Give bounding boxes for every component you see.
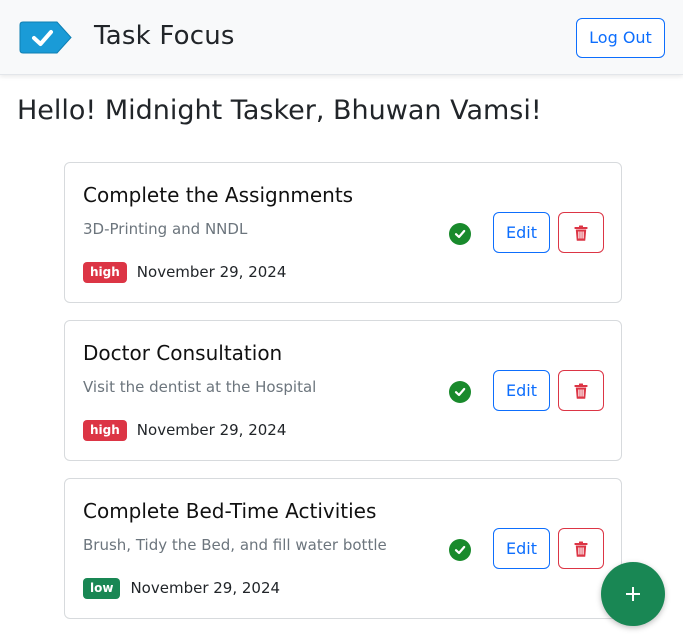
edit-button[interactable]: Edit <box>493 212 550 253</box>
task-meta: low November 29, 2024 <box>83 577 280 599</box>
add-task-button[interactable] <box>601 562 665 626</box>
greeting-heading: Hello! Midnight Tasker, Bhuwan Vamsi! <box>17 95 542 126</box>
edit-button[interactable]: Edit <box>493 370 550 411</box>
navbar: Task Focus Log Out <box>0 0 683 75</box>
delete-button[interactable] <box>558 370 604 411</box>
trash-icon <box>574 383 588 399</box>
task-title: Doctor Consultation <box>83 341 283 365</box>
check-circle-icon[interactable] <box>449 381 471 403</box>
check-circle-icon[interactable] <box>449 539 471 561</box>
priority-badge: low <box>83 577 121 599</box>
edit-button[interactable]: Edit <box>493 528 550 569</box>
brand-title: Task Focus <box>94 21 235 51</box>
priority-badge: high <box>83 419 127 441</box>
delete-button[interactable] <box>558 212 604 253</box>
delete-button[interactable] <box>558 528 604 569</box>
task-date: November 29, 2024 <box>130 579 281 597</box>
task-title: Complete the Assignments <box>83 183 354 207</box>
check-circle-icon[interactable] <box>449 223 471 245</box>
task-date: November 29, 2024 <box>136 421 287 439</box>
check-tag-icon <box>19 21 72 54</box>
task-meta: high November 29, 2024 <box>83 261 286 283</box>
trash-icon <box>574 541 588 557</box>
task-title: Complete Bed-Time Activities <box>83 499 377 523</box>
plus-icon <box>626 587 640 601</box>
task-meta: high November 29, 2024 <box>83 419 286 441</box>
task-description: Visit the dentist at the Hospital <box>83 378 317 396</box>
task-description: Brush, Tidy the Bed, and fill water bott… <box>83 536 387 554</box>
logout-button[interactable]: Log Out <box>576 18 665 58</box>
task-card: Complete the Assignments 3D-Printing and… <box>64 162 622 303</box>
task-card: Complete Bed-Time Activities Brush, Tidy… <box>64 478 622 619</box>
task-date: November 29, 2024 <box>136 263 287 281</box>
priority-badge: high <box>83 261 127 283</box>
task-card: Doctor Consultation Visit the dentist at… <box>64 320 622 461</box>
task-description: 3D-Printing and NNDL <box>83 220 248 238</box>
trash-icon <box>574 225 588 241</box>
